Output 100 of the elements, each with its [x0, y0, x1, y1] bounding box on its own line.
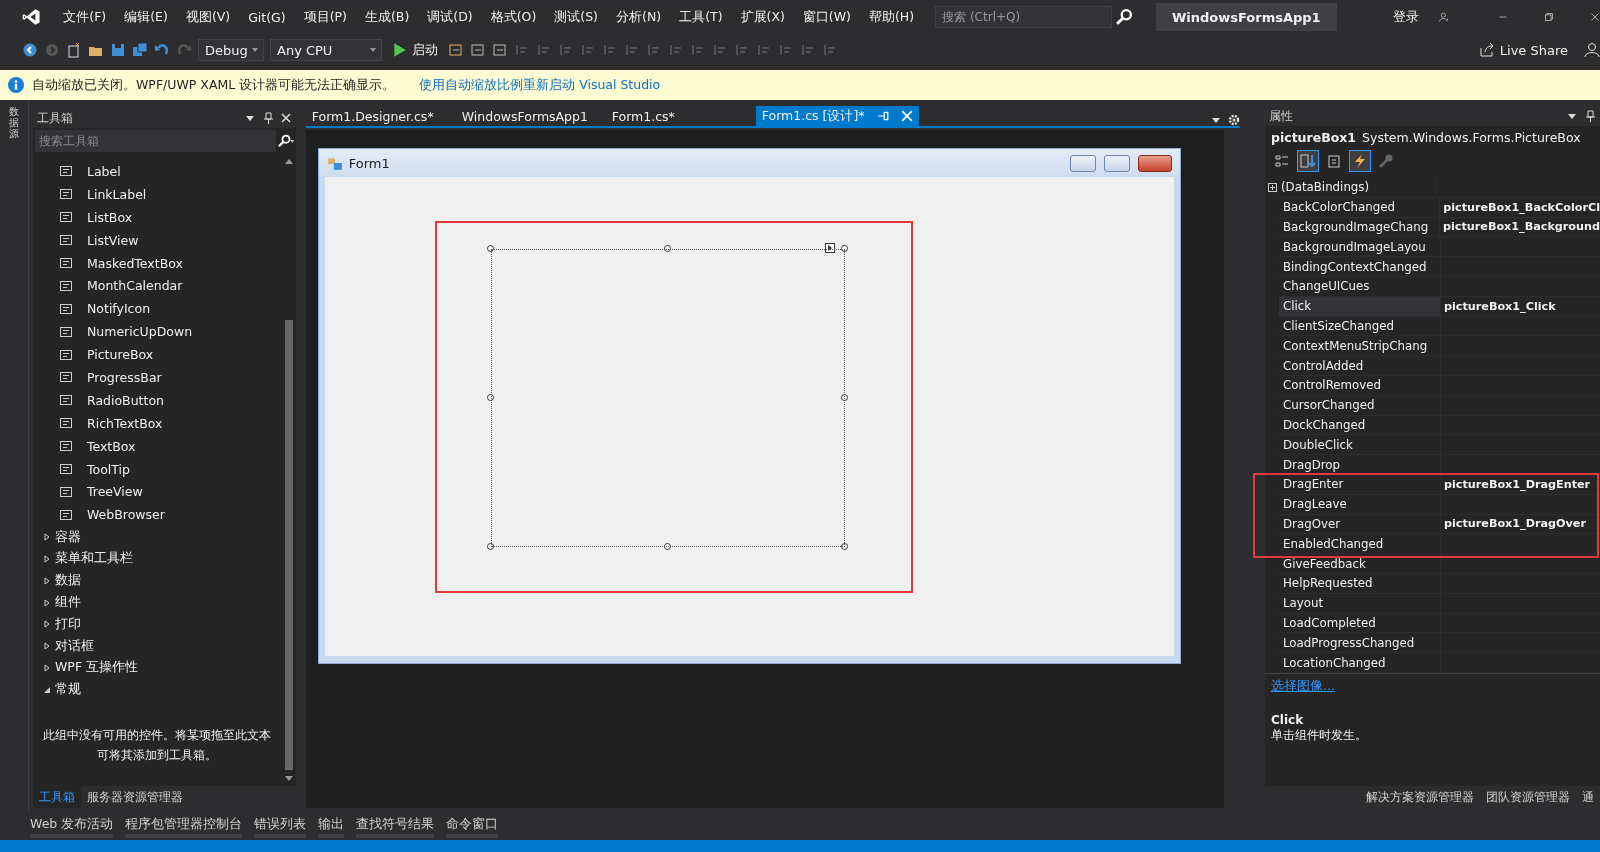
layout-tool-icon[interactable] — [470, 42, 486, 58]
toolbox-item[interactable]: NumericUpDown — [33, 320, 282, 344]
close-icon[interactable] — [900, 110, 913, 122]
toolbox-item[interactable]: PictureBox — [33, 343, 282, 366]
menu-item[interactable]: 帮助(H) — [859, 8, 924, 26]
resize-handle[interactable] — [486, 394, 494, 401]
pin-icon[interactable] — [261, 112, 274, 124]
toolbox-item[interactable]: TreeView — [33, 480, 282, 504]
toolbox-group[interactable]: 对话框 — [33, 635, 282, 658]
property-name[interactable]: EnabledChanged — [1279, 534, 1441, 555]
property-name[interactable]: LoadCompleted — [1279, 613, 1441, 634]
property-name[interactable]: DragDrop — [1279, 455, 1441, 475]
toolbox-group[interactable]: WPF 互操作性 — [33, 657, 282, 679]
property-name[interactable]: Layout — [1279, 593, 1441, 614]
sign-in-link[interactable]: 登录 — [1392, 8, 1419, 26]
document-tab[interactable]: Form1.cs [设计]* — [755, 106, 919, 126]
toolbox-item[interactable]: WebBrowser — [33, 503, 282, 527]
toolbox-group[interactable]: 菜单和工具栏 — [33, 548, 282, 570]
document-tab[interactable]: Form1.cs* — [605, 106, 756, 126]
layout-tool-icon[interactable] — [448, 42, 464, 58]
search-field[interactable]: 搜索工具箱 — [35, 130, 276, 152]
toolbox-item[interactable]: ListBox — [33, 205, 282, 229]
property-name[interactable]: DoubleClick — [1279, 435, 1441, 456]
toolbox-item[interactable]: TextBox — [33, 434, 282, 458]
pane-tab[interactable]: 服务器资源管理器 — [81, 788, 189, 806]
property-name[interactable]: BackgroundImageChang — [1278, 217, 1440, 238]
minimize-button[interactable] — [1069, 154, 1096, 172]
search-field[interactable]: 搜索 (Ctrl+Q) — [935, 6, 1112, 28]
property-name[interactable]: BindingContextChanged — [1279, 257, 1441, 277]
property-name[interactable]: Click — [1279, 296, 1441, 317]
property-name[interactable]: ClientSizeChanged — [1279, 316, 1441, 337]
property-name[interactable]: LocationChanged — [1279, 653, 1441, 673]
resize-handle[interactable] — [486, 543, 494, 550]
toolbar-button[interactable] — [1297, 150, 1319, 172]
menu-item[interactable]: 格式(O) — [481, 8, 546, 26]
layout-tool-icon[interactable] — [492, 42, 508, 58]
back-icon[interactable] — [22, 42, 38, 58]
expand-icon[interactable] — [1267, 183, 1277, 193]
property-name[interactable]: (DataBindings) — [1279, 178, 1437, 198]
side-tab[interactable]: 数据源 — [9, 106, 19, 139]
property-name[interactable]: ContextMenuStripChang — [1279, 336, 1441, 357]
pane-tab[interactable]: 通 — [1576, 788, 1600, 806]
document-tab[interactable]: WindowsFormsApp1 — [455, 106, 606, 126]
menu-item[interactable]: 测试(S) — [545, 8, 607, 26]
toolbox-group[interactable]: 组件 — [33, 591, 282, 614]
property-name[interactable]: CursorChanged — [1279, 395, 1441, 416]
pane-tab[interactable]: 解决方案资源管理器 — [1360, 788, 1480, 806]
command-link[interactable]: 选择图像... — [1265, 672, 1600, 699]
property-name[interactable]: DragEnter — [1279, 474, 1441, 495]
menu-item[interactable]: 编辑(E) — [115, 8, 177, 26]
toolbar-button[interactable] — [1349, 150, 1371, 172]
property-name[interactable]: HelpRequested — [1279, 573, 1441, 594]
menu-item[interactable]: 项目(P) — [294, 8, 356, 26]
property-name[interactable]: LoadProgressChanged — [1279, 633, 1441, 654]
toolbox-item[interactable]: MonthCalendar — [33, 274, 282, 298]
property-name[interactable]: BackgroundImageLayou — [1279, 237, 1441, 258]
toolbox-group[interactable]: 容器 — [33, 526, 282, 549]
menu-item[interactable]: 文件(F) — [54, 8, 116, 26]
menu-item[interactable]: 调试(D) — [418, 8, 482, 26]
pin-icon[interactable] — [1584, 110, 1596, 122]
menu-item[interactable]: Git(G) — [239, 9, 295, 25]
pane-tab[interactable]: 工具箱 — [33, 786, 81, 808]
property-name[interactable]: BackColorChanged — [1278, 197, 1441, 218]
toolbox-item[interactable]: Label — [33, 160, 282, 183]
property-value[interactable]: pictureBox1_DragOver — [1441, 514, 1600, 535]
property-name[interactable]: GiveFeedback — [1279, 554, 1441, 574]
menu-item[interactable]: 分析(N) — [607, 8, 671, 26]
smart-tag-icon[interactable] — [824, 243, 835, 253]
menu-item[interactable]: 视图(V) — [176, 8, 240, 26]
platform-dropdown[interactable]: Any CPU — [270, 39, 382, 61]
property-name[interactable]: ControlRemoved — [1279, 375, 1441, 396]
toolbox-item[interactable]: ListView — [33, 228, 282, 252]
form-window[interactable]: Form1 — [317, 148, 1181, 664]
property-name[interactable]: DragOver — [1279, 514, 1441, 535]
resize-handle[interactable] — [486, 245, 494, 252]
document-tab[interactable]: Form1.Designer.cs* — [305, 106, 456, 126]
toolbox-group[interactable]: 数据 — [33, 569, 282, 592]
settings-icon[interactable] — [1228, 114, 1240, 126]
property-value[interactable]: pictureBox1_DragEnter — [1441, 474, 1600, 495]
close-icon[interactable] — [279, 112, 292, 124]
close-icon[interactable] — [1590, 10, 1600, 24]
restore-icon[interactable] — [1544, 10, 1555, 24]
menu-item[interactable]: 工具(T) — [670, 8, 732, 26]
menu-item[interactable]: 生成(B) — [356, 8, 419, 26]
property-name[interactable]: ControlAdded — [1279, 356, 1441, 376]
property-value[interactable]: pictureBox1_Click — [1441, 296, 1600, 317]
start-button[interactable]: 启动 — [388, 41, 442, 59]
save-icon[interactable] — [110, 42, 126, 58]
account-icon[interactable] — [1438, 10, 1449, 24]
property-name[interactable]: DockChanged — [1279, 415, 1441, 436]
property-value[interactable]: pictureBox1_BackColorCl — [1440, 197, 1600, 218]
toolbox-item[interactable]: RadioButton — [33, 388, 282, 412]
save-all-icon[interactable] — [132, 42, 148, 58]
resize-handle[interactable] — [663, 245, 671, 252]
resize-handle[interactable] — [663, 543, 671, 550]
property-name[interactable]: ChangeUICues — [1279, 277, 1441, 297]
toolbox-item[interactable]: ProgressBar — [33, 366, 282, 389]
resize-handle[interactable] — [840, 543, 848, 550]
toolbox-item[interactable]: LinkLabel — [33, 182, 282, 206]
menu-item[interactable]: 扩展(X) — [731, 8, 794, 26]
